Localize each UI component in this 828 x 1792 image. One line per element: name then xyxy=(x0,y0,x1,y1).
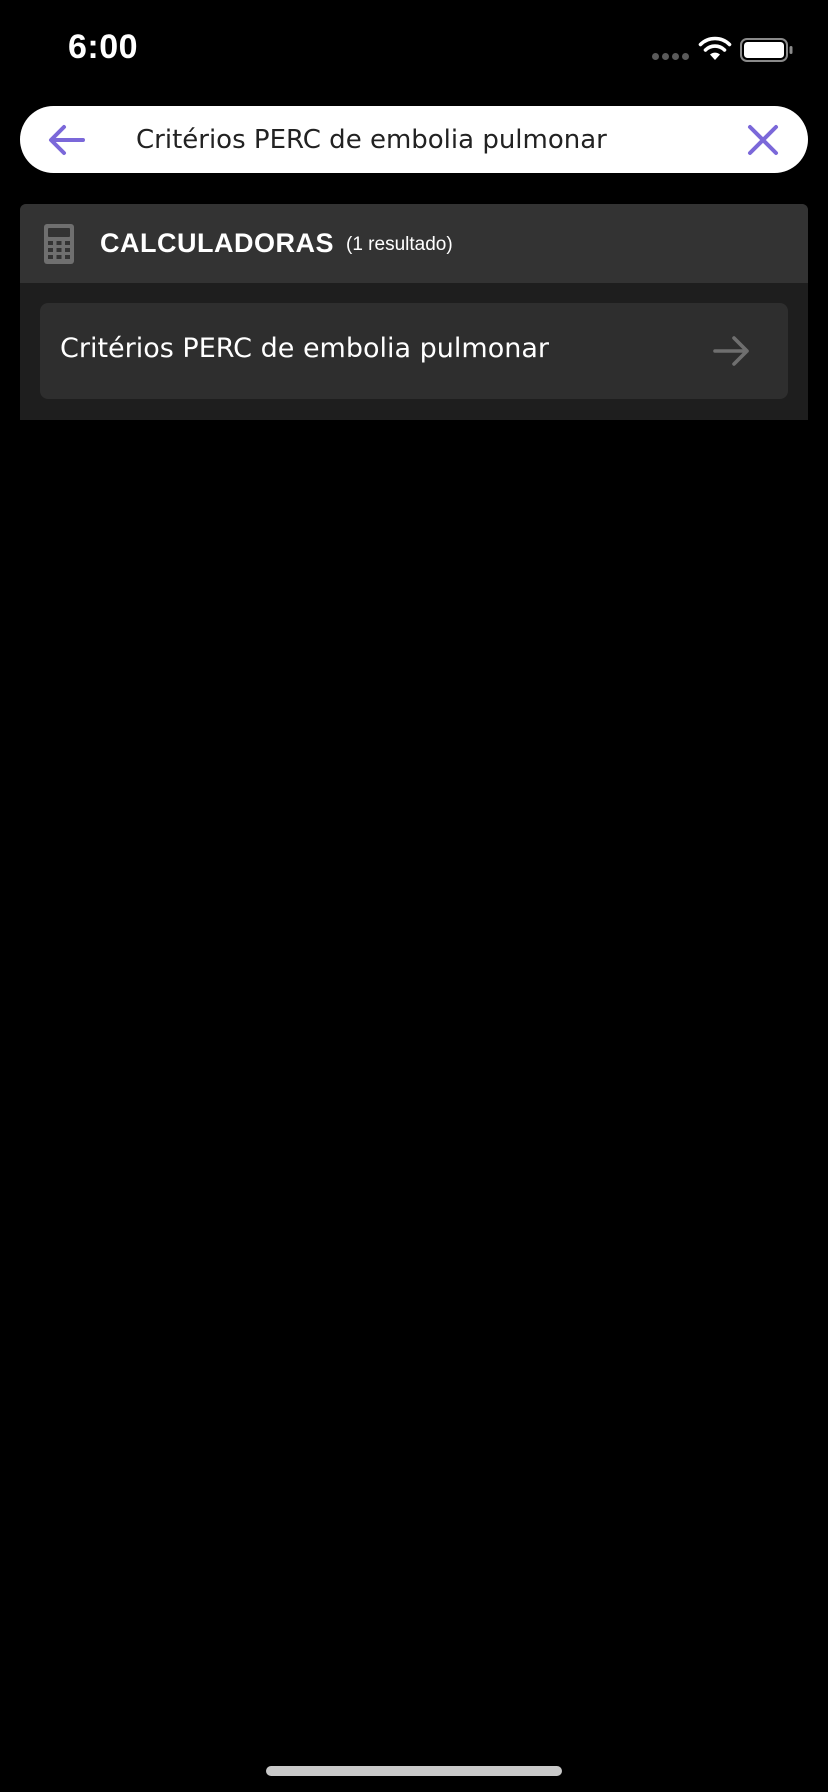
search-bar xyxy=(20,106,808,173)
list-item-label: Critérios PERC de embolia pulmonar xyxy=(60,333,549,364)
section-title: CALCULADORAS xyxy=(100,228,334,258)
results-panel: CALCULADORAS (1 resultado) Critérios PER… xyxy=(20,204,808,420)
close-icon xyxy=(748,125,778,155)
arrow-left-icon xyxy=(49,125,85,155)
list-item[interactable]: Critérios PERC de embolia pulmonar xyxy=(40,303,788,399)
battery-icon xyxy=(740,38,793,62)
section-header-calculators: CALCULADORAS (1 resultado) xyxy=(20,204,808,283)
status-time: 6:00 xyxy=(68,28,139,66)
status-bar: 6:00 xyxy=(0,0,828,100)
arrow-right-icon xyxy=(713,336,749,366)
home-indicator xyxy=(266,1766,562,1776)
calculator-icon xyxy=(44,224,74,264)
search-input[interactable] xyxy=(116,114,716,166)
clear-button[interactable] xyxy=(742,120,784,160)
section-count: (1 resultado) xyxy=(346,234,453,255)
signal-dots-icon xyxy=(652,53,690,61)
wifi-icon xyxy=(698,36,732,60)
